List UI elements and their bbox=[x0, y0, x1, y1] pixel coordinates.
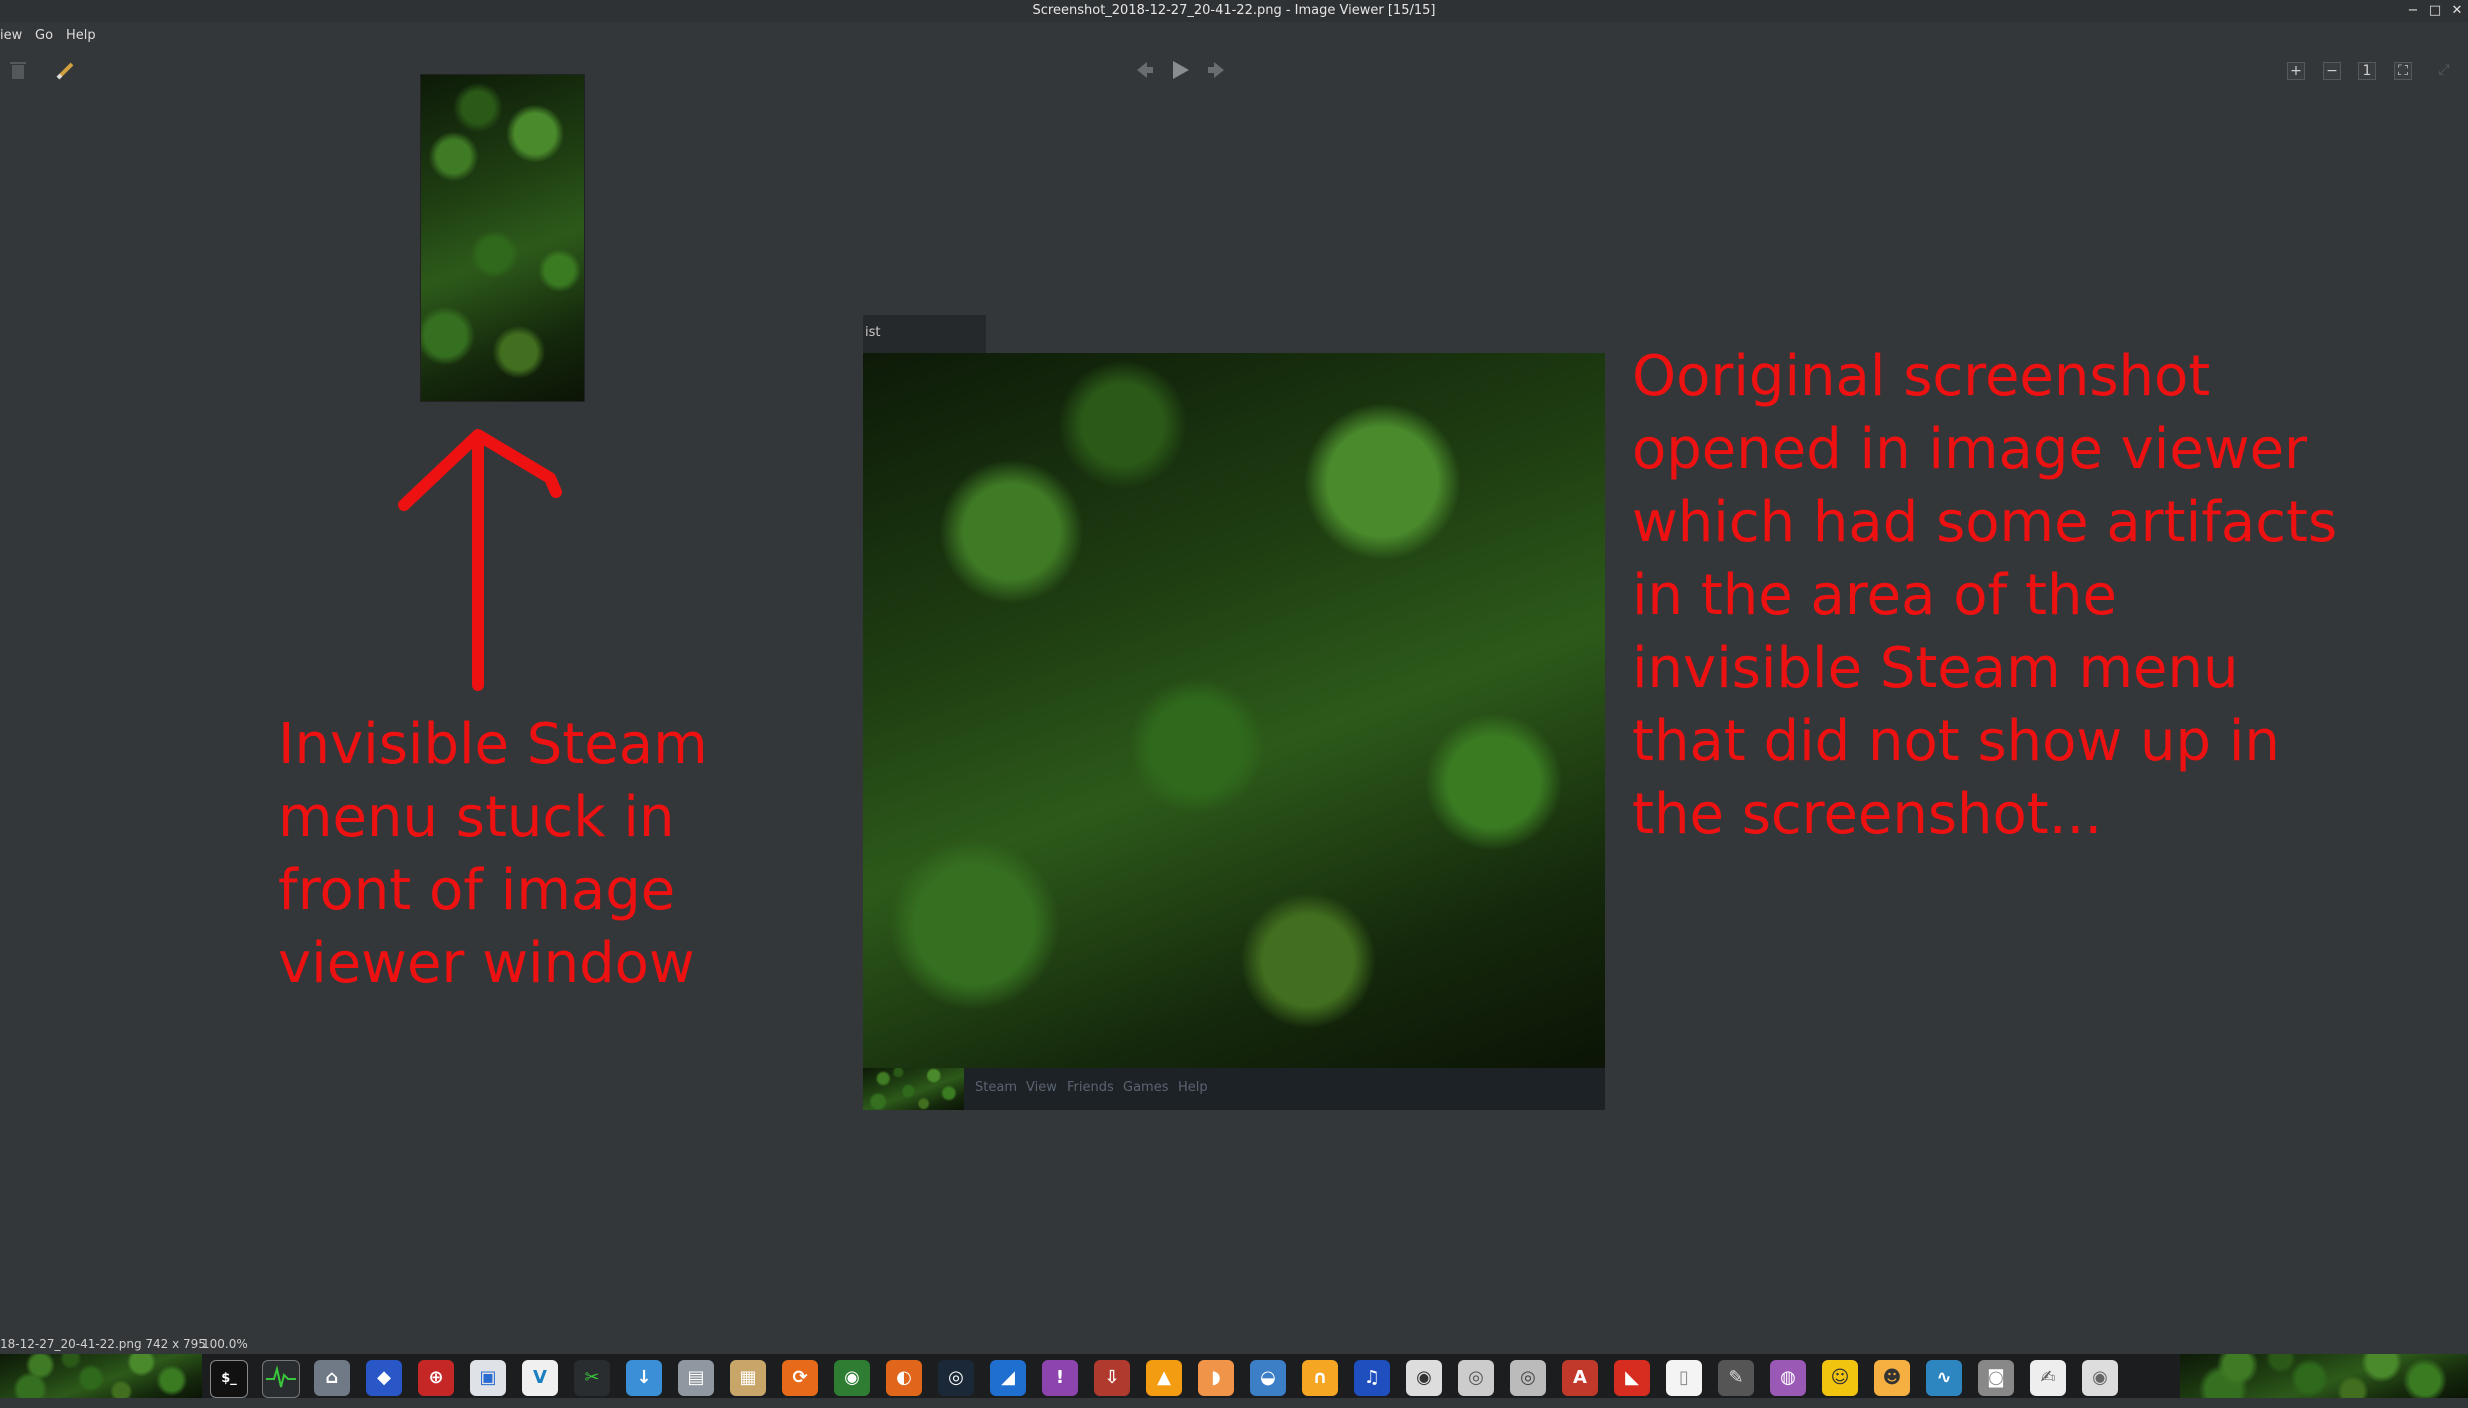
chat-icon[interactable]: ! bbox=[1042, 1360, 1078, 1396]
pdf-reader-icon[interactable]: A bbox=[1562, 1360, 1598, 1396]
title-bar: Screenshot_2018-12-27_20-41-22.png - Ima… bbox=[0, 0, 2468, 22]
taskbar-wallpaper-right bbox=[2180, 1354, 2468, 1398]
system-monitor-icon[interactable] bbox=[262, 1360, 300, 1398]
office-icon[interactable]: ◣ bbox=[1614, 1360, 1650, 1396]
pencil-icon[interactable] bbox=[54, 58, 78, 82]
steam-menu-artifact-thumbnail bbox=[420, 74, 585, 402]
chrome-icon[interactable]: ◉ bbox=[834, 1360, 870, 1396]
peel-icon[interactable]: ◗ bbox=[1198, 1360, 1234, 1396]
target-icon[interactable]: ⊕ bbox=[418, 1360, 454, 1396]
play-icon[interactable] bbox=[1168, 58, 1192, 82]
actual-size-icon[interactable]: 1 bbox=[2358, 62, 2376, 80]
shield-icon[interactable]: ◆ bbox=[366, 1360, 402, 1396]
zoom-out-icon[interactable]: − bbox=[2323, 62, 2341, 80]
zoom-in-icon[interactable]: + bbox=[2287, 62, 2305, 80]
disc-player-icon[interactable]: ◉ bbox=[1406, 1360, 1442, 1396]
window-manager-icon[interactable]: ▣ bbox=[470, 1360, 506, 1396]
gimp-icon[interactable]: ✎ bbox=[1718, 1360, 1754, 1396]
arrow-right-icon[interactable] bbox=[1204, 58, 1228, 82]
fullscreen-icon[interactable]: ⤢ bbox=[2432, 58, 2456, 82]
steam-menu-bar bbox=[964, 1068, 1605, 1110]
vlc-icon[interactable]: ▲ bbox=[1146, 1360, 1182, 1396]
audio-editor-icon[interactable]: ♫ bbox=[1354, 1360, 1390, 1396]
scissors-icon[interactable]: ✂ bbox=[574, 1360, 610, 1396]
steam-window-tab: ist bbox=[863, 315, 986, 353]
terminal-icon[interactable]: $_ bbox=[210, 1360, 248, 1398]
window-title: Screenshot_2018-12-27_20-41-22.png - Ima… bbox=[1032, 3, 1436, 18]
sail-icon[interactable]: ◢ bbox=[990, 1360, 1026, 1396]
optical-drive-icon[interactable]: ◉ bbox=[2082, 1360, 2118, 1396]
menu-help[interactable]: Help bbox=[66, 24, 96, 48]
steam-menu-help[interactable]: Help bbox=[1178, 1080, 1208, 1095]
waveform-icon[interactable]: ∿ bbox=[1926, 1360, 1962, 1396]
steam-menu-games[interactable]: Games bbox=[1123, 1080, 1168, 1095]
veracrypt-icon[interactable]: V bbox=[522, 1360, 558, 1396]
menu-view[interactable]: iew bbox=[0, 24, 22, 48]
disc-ripper-icon[interactable]: ◎ bbox=[1510, 1360, 1546, 1396]
steam-menu-view[interactable]: View bbox=[1026, 1080, 1057, 1095]
red-arrow-annotation bbox=[398, 429, 562, 691]
firefox-icon[interactable]: ◐ bbox=[886, 1360, 922, 1396]
menu-go[interactable]: Go bbox=[35, 24, 53, 48]
mascot-icon[interactable]: ☺ bbox=[1822, 1360, 1858, 1396]
image-bottom-strip bbox=[863, 1068, 964, 1110]
minimize-button[interactable]: − bbox=[2404, 2, 2422, 20]
clipboard-icon[interactable]: ▤ bbox=[678, 1360, 714, 1396]
sync-icon[interactable]: ⟳ bbox=[782, 1360, 818, 1396]
home-folder-icon[interactable]: ⌂ bbox=[314, 1360, 350, 1396]
right-annotation: Ooriginal screenshot opened in image vie… bbox=[1632, 344, 2338, 847]
installer-icon[interactable]: ⇩ bbox=[1094, 1360, 1130, 1396]
text-editor-icon[interactable]: ✍ bbox=[2030, 1360, 2066, 1396]
emoji-icon[interactable]: ☻ bbox=[1874, 1360, 1910, 1396]
steam-menu-friends[interactable]: Friends bbox=[1067, 1080, 1114, 1095]
status-file-info: 18-12-27_20-41-22.png 742 x 795 bbox=[0, 1337, 206, 1351]
archive-icon[interactable]: ▦ bbox=[730, 1360, 766, 1396]
dolphin-icon[interactable]: ◒ bbox=[1250, 1360, 1286, 1396]
status-zoom: 100.0% bbox=[202, 1337, 248, 1351]
headphones-icon[interactable]: ∩ bbox=[1302, 1360, 1338, 1396]
maximize-button[interactable]: □ bbox=[2426, 2, 2444, 20]
main-image bbox=[863, 353, 1605, 1068]
arrow-left-icon[interactable] bbox=[1133, 58, 1157, 82]
steam-icon[interactable]: ◎ bbox=[938, 1360, 974, 1396]
left-annotation: Invisible Steam menu stuck in front of i… bbox=[278, 712, 708, 996]
color-picker-icon[interactable]: ◍ bbox=[1770, 1360, 1806, 1396]
download-icon[interactable]: ↓ bbox=[626, 1360, 662, 1396]
trash-icon[interactable] bbox=[6, 58, 30, 82]
fit-window-icon[interactable]: ⛶ bbox=[2394, 62, 2412, 80]
camera-icon[interactable]: ◙ bbox=[1978, 1360, 2014, 1396]
steam-tab-label: ist bbox=[865, 325, 881, 340]
taskbar-wallpaper-left bbox=[0, 1354, 202, 1398]
disc-burner-icon[interactable]: ◎ bbox=[1458, 1360, 1494, 1396]
steam-menu-steam[interactable]: Steam bbox=[975, 1080, 1017, 1095]
document-icon[interactable]: ▯ bbox=[1666, 1360, 1702, 1396]
close-button[interactable]: ✕ bbox=[2448, 2, 2466, 20]
